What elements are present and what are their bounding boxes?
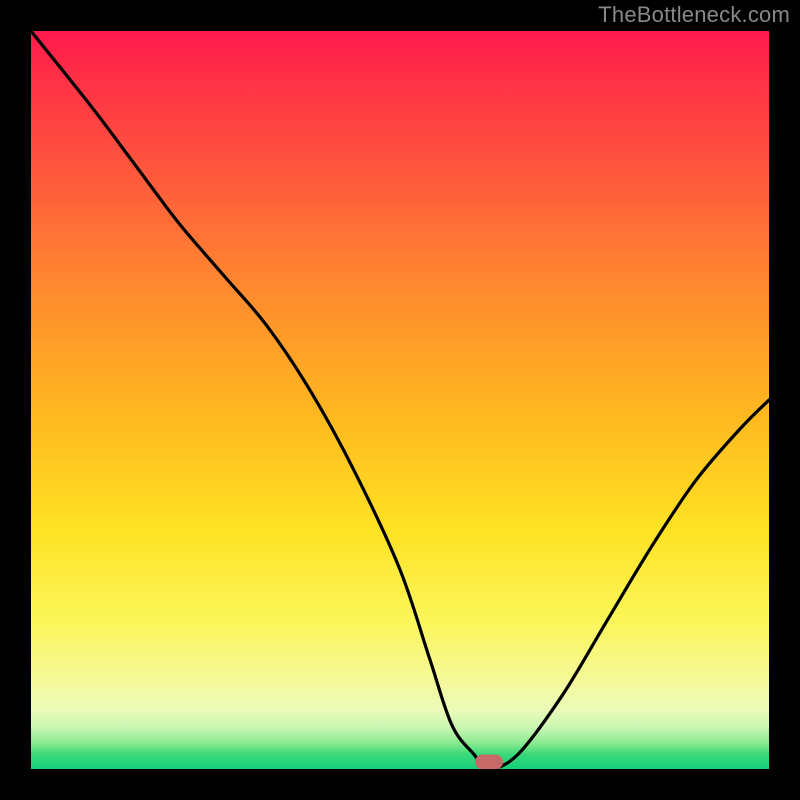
chart-frame: TheBottleneck.com [0,0,800,800]
optimal-marker [475,755,503,770]
heat-gradient-background [31,31,769,769]
watermark-text: TheBottleneck.com [598,2,790,28]
plot-area [31,31,769,769]
